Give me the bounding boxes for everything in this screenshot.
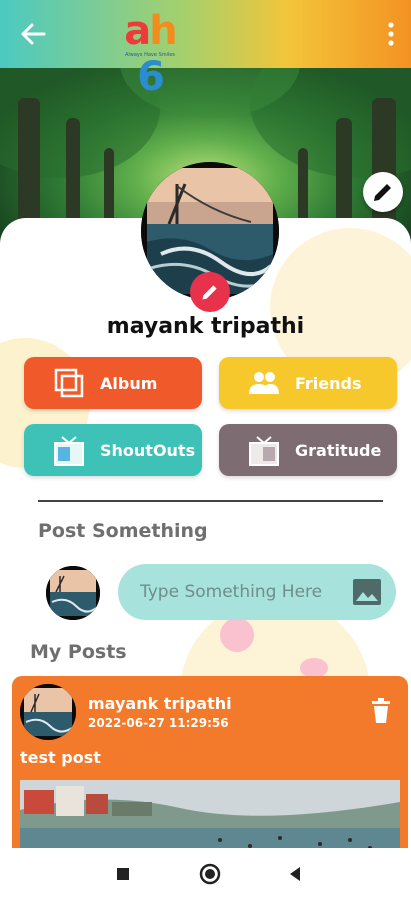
image-icon[interactable] bbox=[352, 578, 382, 606]
post-input-field[interactable] bbox=[140, 582, 350, 602]
post-timestamp: 2022-06-27 11:29:56 bbox=[88, 716, 229, 730]
my-posts-title: My Posts bbox=[30, 641, 127, 663]
post-text: test post bbox=[20, 748, 101, 767]
friends-label: Friends bbox=[295, 373, 362, 393]
friends-button[interactable]: Friends bbox=[219, 357, 397, 409]
arrow-left-icon bbox=[21, 23, 46, 45]
pencil-icon bbox=[202, 285, 217, 300]
home-circle-icon[interactable] bbox=[197, 861, 223, 887]
recents-square-icon[interactable] bbox=[110, 861, 136, 887]
shoutouts-button[interactable]: ShoutOuts bbox=[24, 424, 202, 476]
gratitude-label: Gratitude bbox=[295, 440, 382, 460]
album-label: Album bbox=[100, 373, 158, 393]
gratitude-button[interactable]: Gratitude bbox=[219, 424, 397, 476]
back-triangle-icon[interactable] bbox=[282, 861, 308, 887]
profile-name: mayank tripathi bbox=[106, 314, 305, 339]
logo-subtitle: Always Have Smiles bbox=[124, 52, 176, 58]
post-composer[interactable] bbox=[118, 564, 396, 620]
post-author-avatar bbox=[20, 684, 76, 740]
more-vertical-icon bbox=[388, 22, 394, 46]
app-logo: ah6 Always Have Smiles bbox=[112, 8, 188, 100]
people-icon bbox=[249, 372, 279, 394]
post-something-title: Post Something bbox=[38, 520, 208, 542]
back-button[interactable] bbox=[16, 18, 52, 50]
system-nav-bar bbox=[0, 848, 411, 900]
gratitude-box-icon bbox=[249, 436, 279, 466]
edit-avatar-button[interactable] bbox=[190, 272, 230, 312]
section-divider bbox=[38, 500, 383, 502]
album-stack-icon bbox=[54, 368, 84, 398]
shoutouts-label: ShoutOuts bbox=[100, 440, 196, 460]
shoutout-box-icon bbox=[54, 436, 84, 466]
pencil-icon bbox=[374, 182, 393, 201]
trash-icon[interactable] bbox=[370, 698, 392, 724]
app-bar: ah6 Always Have Smiles bbox=[0, 0, 411, 100]
edit-cover-button[interactable] bbox=[363, 172, 403, 212]
composer-avatar bbox=[46, 566, 100, 620]
album-button[interactable]: Album bbox=[24, 357, 202, 409]
post-author-name: mayank tripathi bbox=[88, 694, 232, 713]
overflow-menu-button[interactable] bbox=[383, 20, 399, 48]
post-card[interactable]: mayank tripathi 2022-06-27 11:29:56 test… bbox=[12, 676, 408, 866]
